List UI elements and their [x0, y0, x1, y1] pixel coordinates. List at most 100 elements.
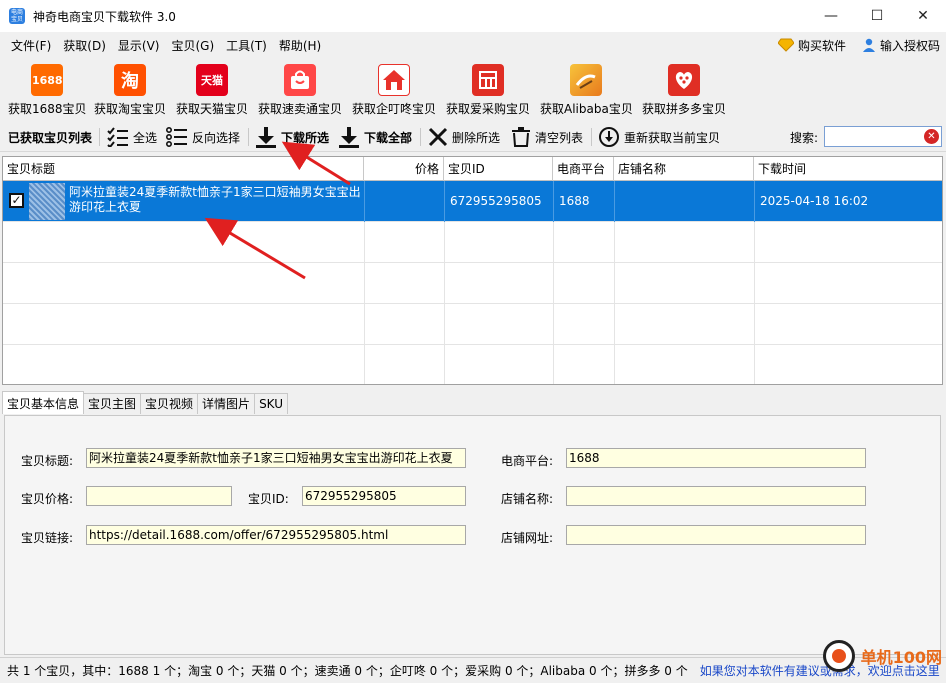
title-bar: 电商宝贝 神奇电商宝贝下载软件 3.0 — ☐ ✕ — [0, 0, 946, 32]
delete-selected-button[interactable]: 删除所选 — [428, 122, 500, 152]
tab-main-images[interactable]: 宝贝主图 — [83, 393, 142, 414]
diamond-icon — [777, 38, 794, 52]
app-icon: 电商宝贝 — [9, 8, 25, 24]
table-header: 宝贝标题 价格 宝贝ID 电商平台 店铺名称 下载时间 — [3, 157, 942, 181]
checklist-icon — [107, 127, 128, 147]
download-all-button[interactable]: 下载全部 — [338, 122, 412, 152]
title-field[interactable]: 阿米拉童装24夏季新款t恤亲子1家三口短袖男女宝宝出游印花上衣夏 — [86, 448, 466, 468]
fetch-pinduoduo-label: 获取拼多多宝贝 — [642, 102, 727, 116]
menu-tools[interactable]: 工具(T) — [220, 37, 273, 54]
id-label: 宝贝ID: — [248, 492, 289, 506]
row-time: 2025-04-18 16:02 — [760, 194, 869, 208]
platform-field[interactable]: 1688 — [566, 448, 866, 468]
maximize-button[interactable]: ☐ — [854, 0, 900, 32]
column-price[interactable]: 价格 — [364, 157, 444, 181]
action-toolbar: 已获取宝贝列表 全选 反向选择 下载所选 下载全部 删除所选 清空列表 重新获取… — [0, 122, 946, 152]
fetch-aliexpress-label: 获取速卖通宝贝 — [258, 102, 343, 116]
fetch-aliexpress-button[interactable]: 获取速卖通宝贝 — [258, 64, 342, 117]
link-label: 宝贝链接: — [21, 531, 74, 545]
aliexpress-bag-icon — [284, 64, 316, 96]
download-icon — [256, 127, 276, 148]
taobao-icon: 淘 — [114, 64, 146, 96]
column-time[interactable]: 下载时间 — [754, 157, 942, 181]
buy-software-button[interactable]: 购买软件 — [777, 37, 846, 54]
tab-detail-images[interactable]: 详情图片 — [197, 393, 256, 414]
toolbar-separator — [99, 128, 100, 146]
menu-file[interactable]: 文件(F) — [5, 37, 57, 54]
list-bullets-icon — [166, 127, 187, 147]
empty-row — [3, 345, 942, 384]
id-field[interactable]: 672955295805 — [302, 486, 466, 506]
row-shop — [614, 181, 754, 221]
row-price — [364, 181, 444, 221]
download-selected-button[interactable]: 下载所选 — [255, 122, 329, 152]
menu-bar: 文件(F) 获取(D) 显示(V) 宝贝(G) 工具(T) 帮助(H) 购买软件… — [0, 32, 946, 58]
basic-info-panel: 宝贝标题: 阿米拉童装24夏季新款t恤亲子1家三口短袖男女宝宝出游印花上衣夏 电… — [4, 415, 941, 655]
alibaba-icon — [570, 64, 603, 96]
shop-name-field[interactable] — [566, 486, 866, 506]
window-title: 神奇电商宝贝下载软件 3.0 — [33, 9, 176, 24]
search-label: 搜索: — [790, 130, 819, 145]
trash-icon — [512, 127, 530, 147]
invert-selection-button[interactable]: 反向选择 — [166, 122, 240, 152]
select-all-button[interactable]: 全选 — [107, 122, 157, 152]
price-label: 宝贝价格: — [21, 492, 74, 506]
tab-sku[interactable]: SKU — [254, 393, 289, 414]
minimize-button[interactable]: — — [808, 0, 854, 32]
shop-url-field[interactable] — [566, 525, 866, 545]
clear-list-button[interactable]: 清空列表 — [511, 122, 583, 152]
fetch-tmall-label: 获取天猫宝贝 — [176, 102, 249, 116]
fetch-aicaigou-button[interactable]: 获取爱采购宝贝 — [446, 64, 530, 117]
refetch-current-button[interactable]: 重新获取当前宝贝 — [598, 122, 720, 152]
column-id[interactable]: 宝贝ID — [444, 157, 553, 181]
empty-row — [3, 263, 942, 304]
status-bar: 共 1 个宝贝，其中：1688 1 个；淘宝 0 个；天猫 0 个；速卖通 0 … — [0, 657, 946, 683]
menu-goods[interactable]: 宝贝(G) — [165, 37, 220, 54]
table-row[interactable]: ✓ 阿米拉童装24夏季新款t恤亲子1家三口短袖男女宝宝出游印花上衣夏 67295… — [3, 181, 942, 222]
fetch-pinduoduo-button[interactable]: 获取拼多多宝贝 — [642, 64, 726, 117]
pinduoduo-icon — [668, 64, 700, 96]
price-field[interactable] — [86, 486, 232, 506]
clear-search-icon[interactable]: ✕ — [924, 129, 939, 144]
goods-thumbnail — [29, 183, 65, 220]
shop-name-label: 店铺名称: — [501, 492, 554, 506]
search-input[interactable]: ✕ — [824, 126, 942, 147]
fetch-taobao-button[interactable]: 淘 获取淘宝宝贝 — [94, 64, 166, 117]
column-title[interactable]: 宝贝标题 — [3, 157, 364, 181]
toolbar-separator — [591, 128, 592, 146]
fetch-tmall-button[interactable]: 天猫 获取天猫宝贝 — [176, 64, 248, 117]
aicaigou-icon — [472, 64, 504, 96]
toolbar-separator — [248, 128, 249, 146]
empty-row — [3, 222, 942, 263]
1688-icon: 1688 — [31, 64, 64, 96]
buy-software-label: 购买软件 — [797, 38, 846, 53]
menu-help[interactable]: 帮助(H) — [273, 37, 327, 54]
enter-license-button[interactable]: 输入授权码 — [862, 37, 940, 54]
link-field[interactable]: https://detail.1688.com/offer/6729552958… — [86, 525, 466, 545]
column-platform[interactable]: 电商平台 — [553, 157, 614, 181]
tmall-icon: 天猫 — [196, 64, 228, 96]
column-shop[interactable]: 店铺名称 — [614, 157, 754, 181]
fetch-qidingdong-button[interactable]: 获取企叮咚宝贝 — [352, 64, 436, 117]
menu-view[interactable]: 显示(V) — [112, 37, 166, 54]
list-title: 已获取宝贝列表 — [8, 130, 93, 145]
row-checkbox[interactable]: ✓ — [9, 193, 24, 208]
fetch-alibaba-button[interactable]: 获取Alibaba宝贝 — [540, 64, 633, 117]
watermark: 单机100网 — [822, 640, 942, 672]
x-icon — [428, 127, 448, 147]
goods-table: 宝贝标题 价格 宝贝ID 电商平台 店铺名称 下载时间 ✓ 阿米拉童装24夏季新… — [2, 156, 943, 385]
row-platform: 1688 — [559, 194, 590, 208]
empty-row — [3, 304, 942, 345]
menu-fetch[interactable]: 获取(D) — [57, 37, 112, 54]
user-icon — [862, 38, 875, 52]
detail-tabs: 宝贝基本信息 宝贝主图 宝贝视频 详情图片 SKU — [2, 391, 289, 414]
download-all-label: 下载全部 — [364, 130, 413, 145]
close-button[interactable]: ✕ — [900, 0, 946, 32]
tab-basic-info[interactable]: 宝贝基本信息 — [2, 391, 85, 414]
invert-selection-label: 反向选择 — [192, 130, 241, 145]
refresh-download-icon — [599, 127, 619, 147]
fetch-1688-button[interactable]: 1688 获取1688宝贝 — [8, 64, 87, 117]
tab-video[interactable]: 宝贝视频 — [140, 393, 199, 414]
fetch-aicaigou-label: 获取爱采购宝贝 — [446, 102, 531, 116]
clear-list-label: 清空列表 — [535, 130, 584, 145]
